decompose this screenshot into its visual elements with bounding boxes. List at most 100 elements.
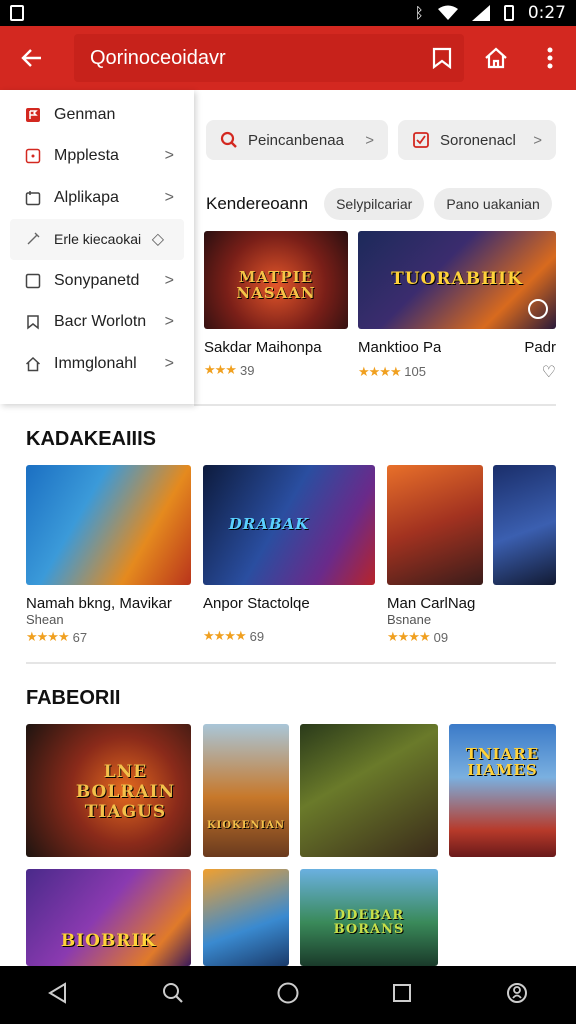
recents-square-icon bbox=[393, 983, 412, 1002]
art-title: DDEBAR BORANS bbox=[333, 908, 405, 937]
game-thumbnail bbox=[203, 869, 289, 966]
game-card[interactable]: Namah bkng, Mavikar Shean ★★★★ 67 bbox=[26, 465, 191, 645]
art-title: TNIARE IIAMES bbox=[465, 745, 540, 779]
star-rating-icon: ★★★★ bbox=[358, 364, 402, 379]
home-icon bbox=[485, 47, 507, 69]
heart-icon[interactable]: ♡ bbox=[542, 362, 556, 382]
filter-chips: Peincanbenaa > Soronenacl > bbox=[206, 120, 556, 160]
game-thumbnail bbox=[26, 465, 191, 585]
diamond-icon: ◇ bbox=[151, 231, 164, 249]
back-button[interactable] bbox=[0, 26, 64, 90]
home-icon bbox=[24, 355, 42, 373]
search-text: Qorinoceoidavr bbox=[90, 46, 226, 69]
wifi-icon bbox=[437, 5, 458, 20]
chevron-right-icon: > bbox=[533, 131, 542, 149]
section-title: KADAKEAIIIS bbox=[26, 428, 157, 450]
more-options-button[interactable] bbox=[534, 42, 566, 74]
chevron-right-icon: > bbox=[365, 131, 374, 149]
filter-chip-label: Peincanbenaa bbox=[248, 131, 344, 149]
search-icon bbox=[220, 131, 237, 148]
signal-icon bbox=[471, 5, 490, 21]
bookmark-icon bbox=[24, 313, 42, 331]
game-tile[interactable]: TNIARE IIAMES bbox=[449, 724, 556, 857]
rating: ★★★★ 69 bbox=[203, 628, 375, 644]
checklist-icon bbox=[413, 132, 429, 148]
filter-chip-label: Soronenacl bbox=[440, 131, 516, 149]
art-title: MATPIE NASAAN bbox=[236, 268, 316, 302]
status-bar: ᛒ 0:27 bbox=[0, 0, 576, 26]
rating-value: 105 bbox=[404, 364, 426, 379]
featured-card[interactable]: TUORABHIK Manktioo Pa Padr ★★★★ 105 ♡ bbox=[358, 231, 556, 382]
drawer-item-label: Mpplesta bbox=[54, 147, 119, 165]
drawer-item-immglonahl[interactable]: Immglonahl > bbox=[0, 343, 194, 385]
featured-card[interactable]: MATPIE NASAAN Sakdar Maihonpa ★★★ 39 bbox=[204, 231, 348, 378]
nav-back-button[interactable] bbox=[47, 981, 69, 1009]
game-thumbnail: BIOBRIK bbox=[26, 869, 191, 966]
navigation-drawer: Genman Mpplesta > Alplikapa > Erle kieca… bbox=[0, 90, 194, 404]
drawer-item-genman[interactable]: Genman bbox=[0, 94, 194, 136]
drawer-item-label: Genman bbox=[54, 105, 116, 123]
section-title: FABEORII bbox=[26, 687, 121, 709]
game-tile[interactable]: BIOBRIK bbox=[26, 869, 191, 966]
search-icon bbox=[162, 982, 183, 1003]
nav-search-button[interactable] bbox=[162, 982, 184, 1009]
game-name: Anpor Stactolqe bbox=[203, 595, 310, 612]
game-card[interactable]: Man CarlNag Bsnane ★★★★ 09 bbox=[387, 465, 483, 645]
bookmark-button[interactable] bbox=[426, 42, 458, 74]
game-tile[interactable]: KIOKENIAN bbox=[203, 724, 289, 857]
game-subtitle: Shean bbox=[26, 612, 64, 627]
game-tile[interactable] bbox=[203, 869, 289, 966]
filter-chip-checklist[interactable]: Soronenacl > bbox=[398, 120, 556, 160]
chevron-right-icon: > bbox=[164, 188, 174, 206]
game-tile[interactable] bbox=[300, 724, 438, 857]
system-navigation-bar bbox=[0, 966, 576, 1024]
game-tile[interactable]: DDEBAR BORANS bbox=[300, 869, 438, 966]
game-name: Man CarlNag bbox=[387, 595, 476, 612]
featured-pill[interactable]: Selypilcariar bbox=[324, 188, 425, 220]
filter-chip-search[interactable]: Peincanbenaa > bbox=[206, 120, 388, 160]
drawer-item-label: Sonypanetd bbox=[54, 271, 140, 289]
game-thumbnail: DDEBAR BORANS bbox=[300, 869, 438, 966]
drawer-item-mpplesta[interactable]: Mpplesta > bbox=[0, 136, 194, 178]
game-tile[interactable]: LNE BOLRAIN TIAGUS bbox=[26, 724, 191, 857]
drawer-item-label: Bacr Worlotn bbox=[54, 313, 147, 331]
star-rating-icon: ★★★★ bbox=[203, 628, 247, 643]
search-input[interactable]: Qorinoceoidavr bbox=[74, 34, 464, 82]
section-divider bbox=[26, 662, 556, 664]
nav-recents-button[interactable] bbox=[392, 983, 412, 1008]
drawer-item-label: Erle kiecaokai bbox=[54, 231, 142, 248]
game-thumbnail bbox=[493, 465, 556, 585]
game-thumbnail: LNE BOLRAIN TIAGUS bbox=[26, 724, 191, 857]
bluetooth-icon: ᛒ bbox=[414, 4, 424, 22]
nav-home-button[interactable] bbox=[277, 982, 299, 1009]
game-subtitle: Bsnane bbox=[387, 612, 432, 627]
notification-icon bbox=[10, 5, 24, 21]
drawer-item-erle[interactable]: Erle kiecaokai ◇ bbox=[10, 218, 184, 260]
edit-icon bbox=[24, 230, 42, 248]
nav-assistant-button[interactable] bbox=[505, 981, 529, 1010]
game-name: Manktioo Pa bbox=[358, 339, 442, 356]
chevron-right-icon: > bbox=[164, 271, 174, 289]
drawer-item-bacr-worlotn[interactable]: Bacr Worlotn > bbox=[0, 302, 194, 344]
star-rating-icon: ★★★★ bbox=[26, 629, 70, 644]
featured-header: Kendereoann Selypilcariar Pano uakanian bbox=[206, 188, 566, 220]
home-button[interactable] bbox=[480, 42, 512, 74]
game-card[interactable]: DRABAK Anpor Stactolqe ★★★★ 69 bbox=[203, 465, 375, 644]
featured-pill[interactable]: Pano uakanian bbox=[434, 188, 552, 220]
status-time: 0:27 bbox=[527, 3, 566, 23]
game-thumbnail: KIOKENIAN bbox=[203, 724, 289, 857]
art-title: DRABAK bbox=[228, 515, 310, 533]
drawer-item-alplikapa[interactable]: Alplikapa > bbox=[0, 177, 194, 219]
art-title: BIOBRIK bbox=[60, 931, 157, 951]
game-thumbnail bbox=[387, 465, 483, 585]
drawer-item-sonypanetd[interactable]: Sonypanetd > bbox=[0, 260, 194, 302]
art-title: TUORABHIK bbox=[391, 269, 523, 289]
game-thumbnail bbox=[300, 724, 438, 857]
chevron-right-icon: > bbox=[164, 147, 174, 165]
back-triangle-icon bbox=[47, 981, 66, 1004]
home-circle-icon bbox=[277, 982, 299, 1003]
chevron-right-icon: > bbox=[164, 354, 174, 372]
back-arrow-icon bbox=[21, 49, 41, 67]
game-card[interactable] bbox=[493, 465, 556, 585]
rating-value: 09 bbox=[433, 629, 449, 645]
